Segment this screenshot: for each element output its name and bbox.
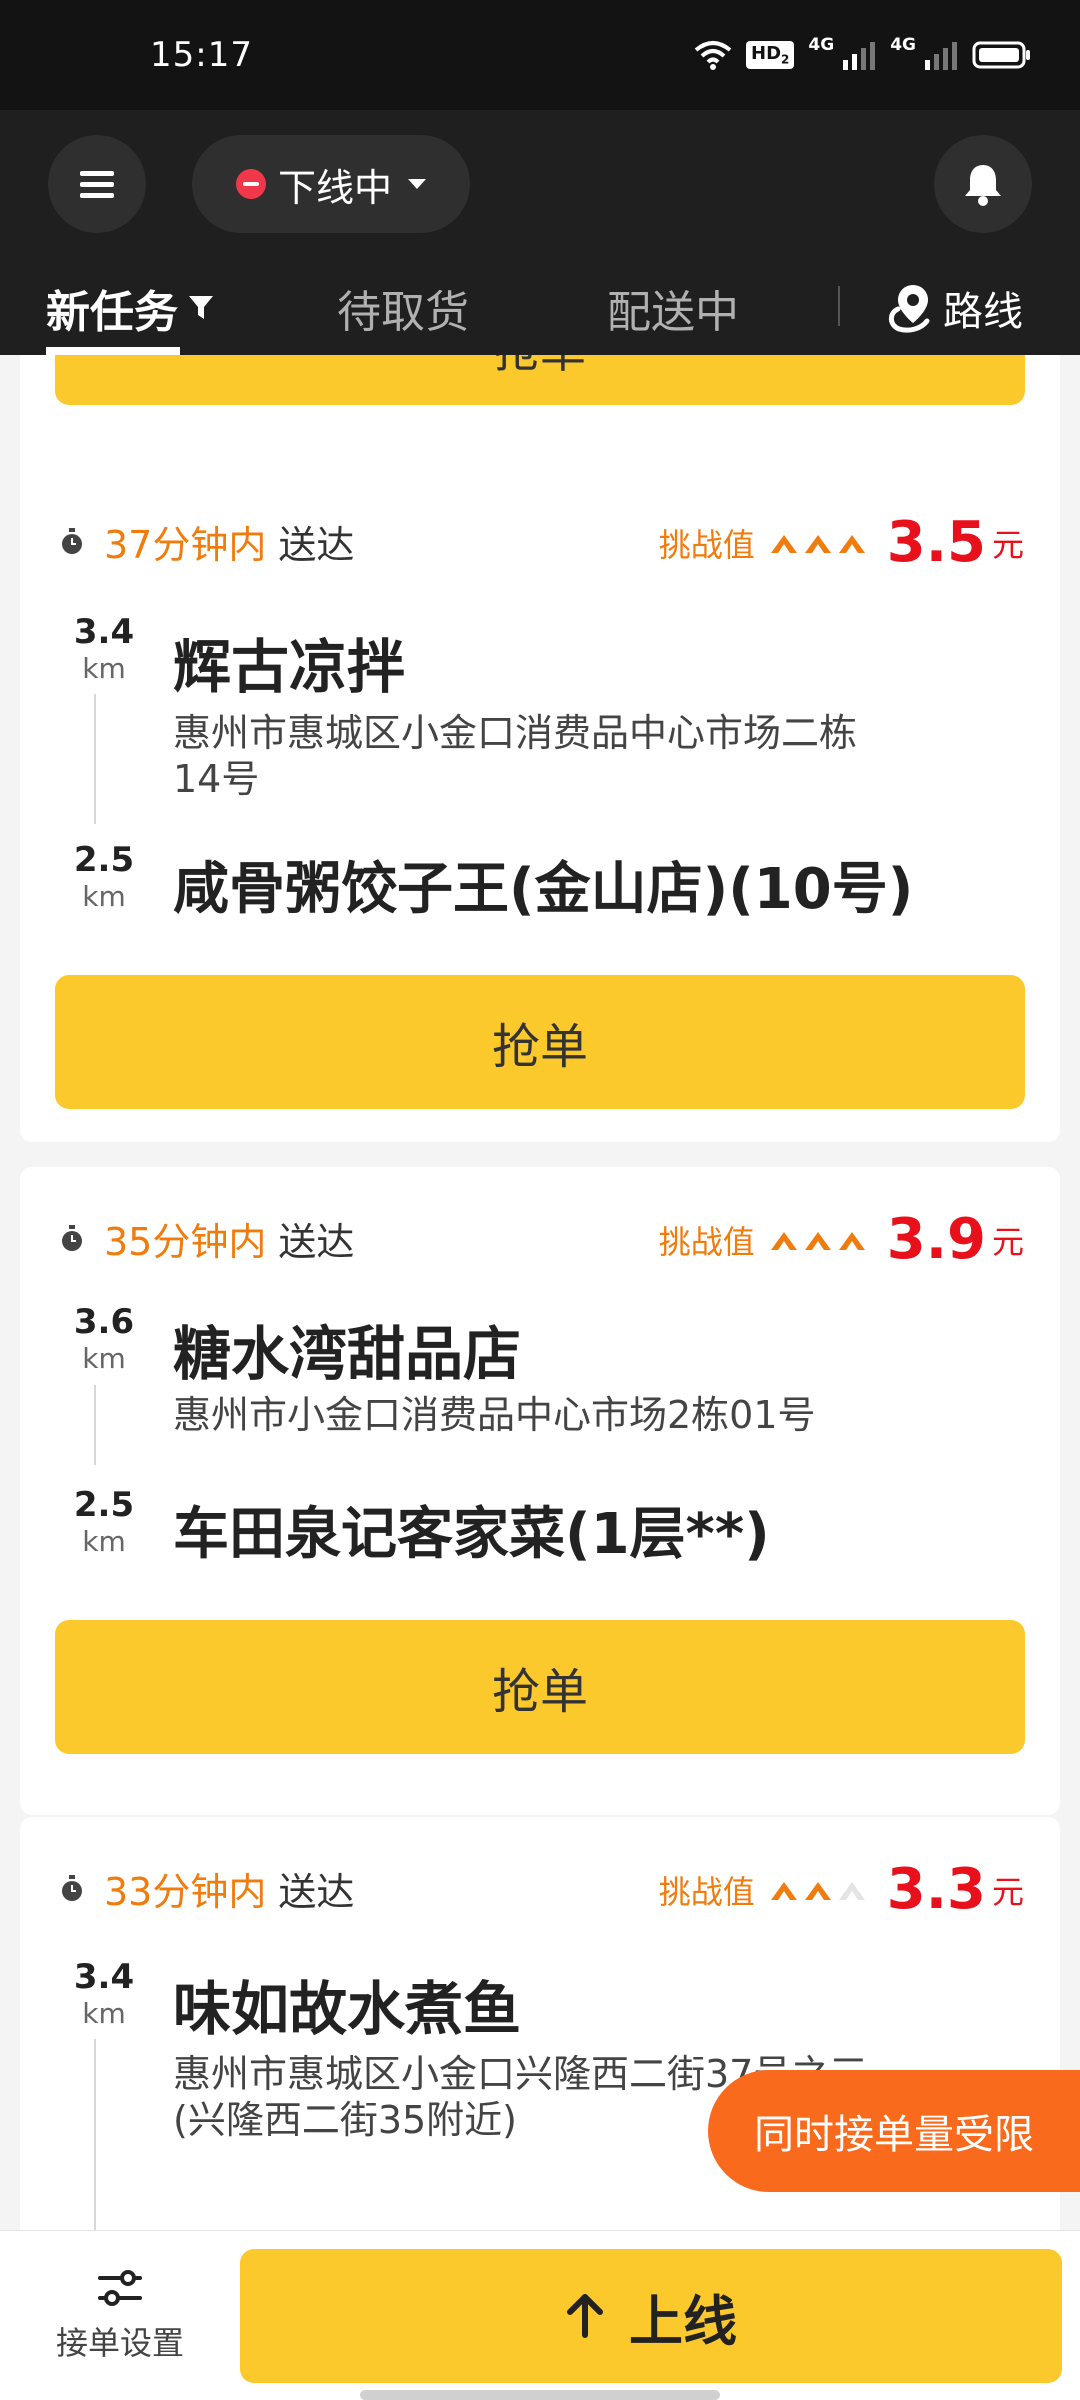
route-connector <box>94 2039 96 2230</box>
grab-order-button[interactable]: 抢单 <box>55 975 1025 1109</box>
app-root: 15:17 HD2 4G 4G 下线中 新任务 待取货 配送中 路线 37分钟内… <box>0 0 1080 2400</box>
status-icons: HD2 4G 4G <box>694 35 1032 70</box>
challenge-value: 挑战值 3.9 元 <box>658 1207 1024 1272</box>
shop-name: 味如故水煮鱼 <box>173 1975 522 2043</box>
chevron-up-icon <box>770 534 797 553</box>
arrow-up-icon <box>567 2294 603 2338</box>
dropoff-distance: 2.5 km <box>73 1485 135 1558</box>
bell-icon <box>965 165 1001 206</box>
tab-divider <box>838 286 840 326</box>
tab-pending-pickup[interactable]: 待取货 <box>337 260 469 355</box>
status-bar: 15:17 HD2 4G 4G <box>0 0 1080 110</box>
route-map-icon <box>888 284 930 333</box>
stopwatch-icon <box>62 1224 82 1251</box>
home-indicator[interactable] <box>360 2390 720 2400</box>
signal-icon <box>925 42 957 70</box>
price-unit: 元 <box>991 1872 1024 1911</box>
task-tabs: 新任务 待取货 配送中 路线 <box>0 260 1080 355</box>
menu-button[interactable] <box>48 135 146 233</box>
task-card: 35分钟内 送达 挑战值 3.9 元 3.6 km 糖水湾甜品店 惠州市小金口消… <box>20 1167 1060 1815</box>
chevron-up-icon <box>838 534 865 553</box>
grab-order-button[interactable]: 抢单 <box>55 355 1025 405</box>
challenge-value: 挑战值 3.5 元 <box>658 510 1024 575</box>
hd-voice-badge: HD2 <box>746 41 795 69</box>
shop-address: 惠州市小金口消费品中心市场2栋01号 <box>173 1393 816 1437</box>
price: 3.9 <box>886 1207 986 1272</box>
chevron-up-icon <box>804 534 831 553</box>
wifi-icon <box>694 41 732 70</box>
pickup-distance: 3.4 km <box>73 1957 135 2030</box>
bottom-bar: 接单设置 上线 <box>0 2230 1080 2400</box>
stopwatch-icon <box>62 1874 82 1901</box>
grab-order-button[interactable]: 抢单 <box>55 1620 1025 1754</box>
price-unit: 元 <box>991 1222 1024 1261</box>
order-limit-toast[interactable]: 同时接单量受限 <box>708 2070 1080 2192</box>
battery-icon <box>972 41 1030 69</box>
notification-button[interactable] <box>934 135 1032 233</box>
route-connector <box>94 1385 96 1465</box>
delivery-eta: 37分钟内 送达 <box>60 514 354 569</box>
shop-name: 辉古凉拌 <box>173 633 406 701</box>
price: 3.5 <box>886 510 986 575</box>
work-status-label: 下线中 <box>277 165 392 210</box>
settings-sliders-icon <box>98 2270 142 2306</box>
chevron-down-icon <box>408 179 426 189</box>
tab-new-tasks[interactable]: 新任务 <box>46 260 214 355</box>
tab-delivering[interactable]: 配送中 <box>607 260 739 355</box>
chevron-up-icon <box>804 1231 831 1250</box>
status-time: 15:17 <box>150 35 253 75</box>
dropoff-distance: 2.5 km <box>73 840 135 913</box>
stopwatch-icon <box>62 527 82 554</box>
chevron-up-icon <box>770 1881 797 1900</box>
chevron-up-icon <box>838 1231 865 1250</box>
delivery-eta: 35分钟内 送达 <box>60 1211 354 1266</box>
price: 3.3 <box>886 1857 986 1922</box>
destination-name: 车田泉记客家菜(1层**) <box>173 1502 770 1567</box>
task-card: 37分钟内 送达 挑战值 3.5 元 3.4 km 辉古凉拌 惠州市惠城区小金口… <box>20 470 1060 1142</box>
shop-address: 惠州市惠城区小金口消费品中心市场二栋 14号 <box>173 711 858 801</box>
route-button[interactable]: 路线 <box>885 260 1023 355</box>
shop-name: 糖水湾甜品店 <box>173 1320 522 1388</box>
chevron-up-icon <box>838 1881 865 1900</box>
route-connector <box>94 694 96 824</box>
delivery-eta: 33分钟内 送达 <box>60 1861 354 1916</box>
active-tab-indicator <box>46 347 180 355</box>
filter-icon <box>189 295 213 319</box>
pickup-distance: 3.6 km <box>73 1302 135 1375</box>
network-label-2: 4G <box>890 35 916 55</box>
task-list: 抢单 37分钟内 送达 挑战值 3.5 元 <box>0 355 1080 2230</box>
price-unit: 元 <box>991 525 1024 564</box>
pickup-distance: 3.4 km <box>73 612 135 685</box>
order-settings-button[interactable]: 接单设置 <box>40 2231 200 2400</box>
destination-name: 咸骨粥饺子王(金山店)(10号) <box>173 857 914 922</box>
work-status-dropdown[interactable]: 下线中 <box>192 135 470 233</box>
chevron-up-icon <box>770 1231 797 1250</box>
offline-status-icon <box>235 169 266 199</box>
chevron-up-icon <box>804 1881 831 1900</box>
challenge-value: 挑战值 3.3 元 <box>658 1857 1024 1922</box>
go-online-button[interactable]: 上线 <box>240 2249 1062 2383</box>
signal-icon <box>843 42 876 70</box>
hamburger-menu-icon <box>80 171 114 198</box>
network-label-1: 4G <box>808 35 835 55</box>
app-header: 下线中 新任务 待取货 配送中 路线 <box>0 110 1080 355</box>
